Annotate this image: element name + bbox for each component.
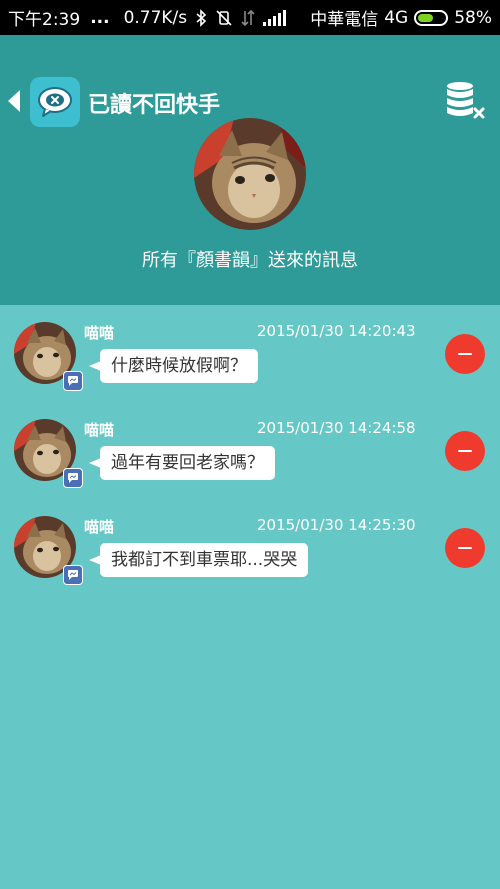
- status-dots: ...: [90, 7, 110, 28]
- message-item: 喵喵 2015/01/30 14:24:58 過年有要回老家嗎？: [0, 402, 500, 499]
- delete-button[interactable]: [445, 431, 485, 471]
- messenger-icon: [63, 468, 83, 488]
- battery-percent: 58%: [454, 7, 492, 28]
- bluetooth-icon: [196, 8, 207, 27]
- carrier-name: 中華電信: [310, 10, 379, 30]
- signal-strength-icon: [263, 9, 287, 26]
- status-bar: 下午2:39 ... 0.77K/s 中華電信 4G 58%: [0, 0, 500, 35]
- minus-icon: [458, 352, 472, 356]
- message-bubble[interactable]: 什麼時候放假啊？: [89, 349, 258, 383]
- database-clear-icon[interactable]: [444, 80, 486, 122]
- message-item: 喵喵 2015/01/30 14:25:30 我都訂不到車票耶...哭哭: [0, 499, 500, 596]
- minus-icon: [458, 449, 472, 453]
- app-logo[interactable]: [30, 77, 80, 127]
- messenger-icon: [63, 565, 83, 585]
- message-bubble[interactable]: 我都訂不到車票耶...哭哭: [88, 543, 309, 577]
- battery-icon: [414, 9, 449, 26]
- message-time: 2015/01/30 14:24:58: [257, 419, 416, 437]
- network-type: 4G: [384, 7, 409, 28]
- message-list: 喵喵 2015/01/30 14:20:43 什麼時候放假啊？ 喵喵 2015/…: [0, 305, 500, 596]
- back-arrow-icon[interactable]: [8, 90, 20, 112]
- profile-avatar: [194, 118, 306, 230]
- source-label: 所有『顏書韻』送來的訊息: [142, 250, 358, 271]
- vibrate-off-icon: [216, 9, 232, 26]
- sender-name: 喵喵: [84, 518, 115, 536]
- delete-button[interactable]: [445, 528, 485, 568]
- status-time: 下午2:39: [8, 10, 81, 30]
- messenger-icon: [63, 371, 83, 391]
- data-transfer-icon: [241, 9, 255, 26]
- message-time: 2015/01/30 14:20:43: [257, 322, 416, 340]
- message-item: 喵喵 2015/01/30 14:20:43 什麼時候放假啊？: [0, 305, 500, 402]
- network-speed: 0.77K/s: [123, 7, 188, 28]
- chat-bubble-x-icon: [38, 87, 72, 117]
- minus-icon: [458, 546, 472, 550]
- message-bubble[interactable]: 過年有要回老家嗎？: [89, 446, 275, 480]
- sender-name: 喵喵: [84, 421, 115, 439]
- app-header: 已讀不回快手 所有『顏書韻』送來的訊息: [0, 35, 500, 305]
- message-time: 2015/01/30 14:25:30: [257, 516, 416, 534]
- sender-name: 喵喵: [84, 324, 115, 342]
- page-title: 已讀不回快手: [88, 93, 221, 118]
- delete-button[interactable]: [445, 334, 485, 374]
